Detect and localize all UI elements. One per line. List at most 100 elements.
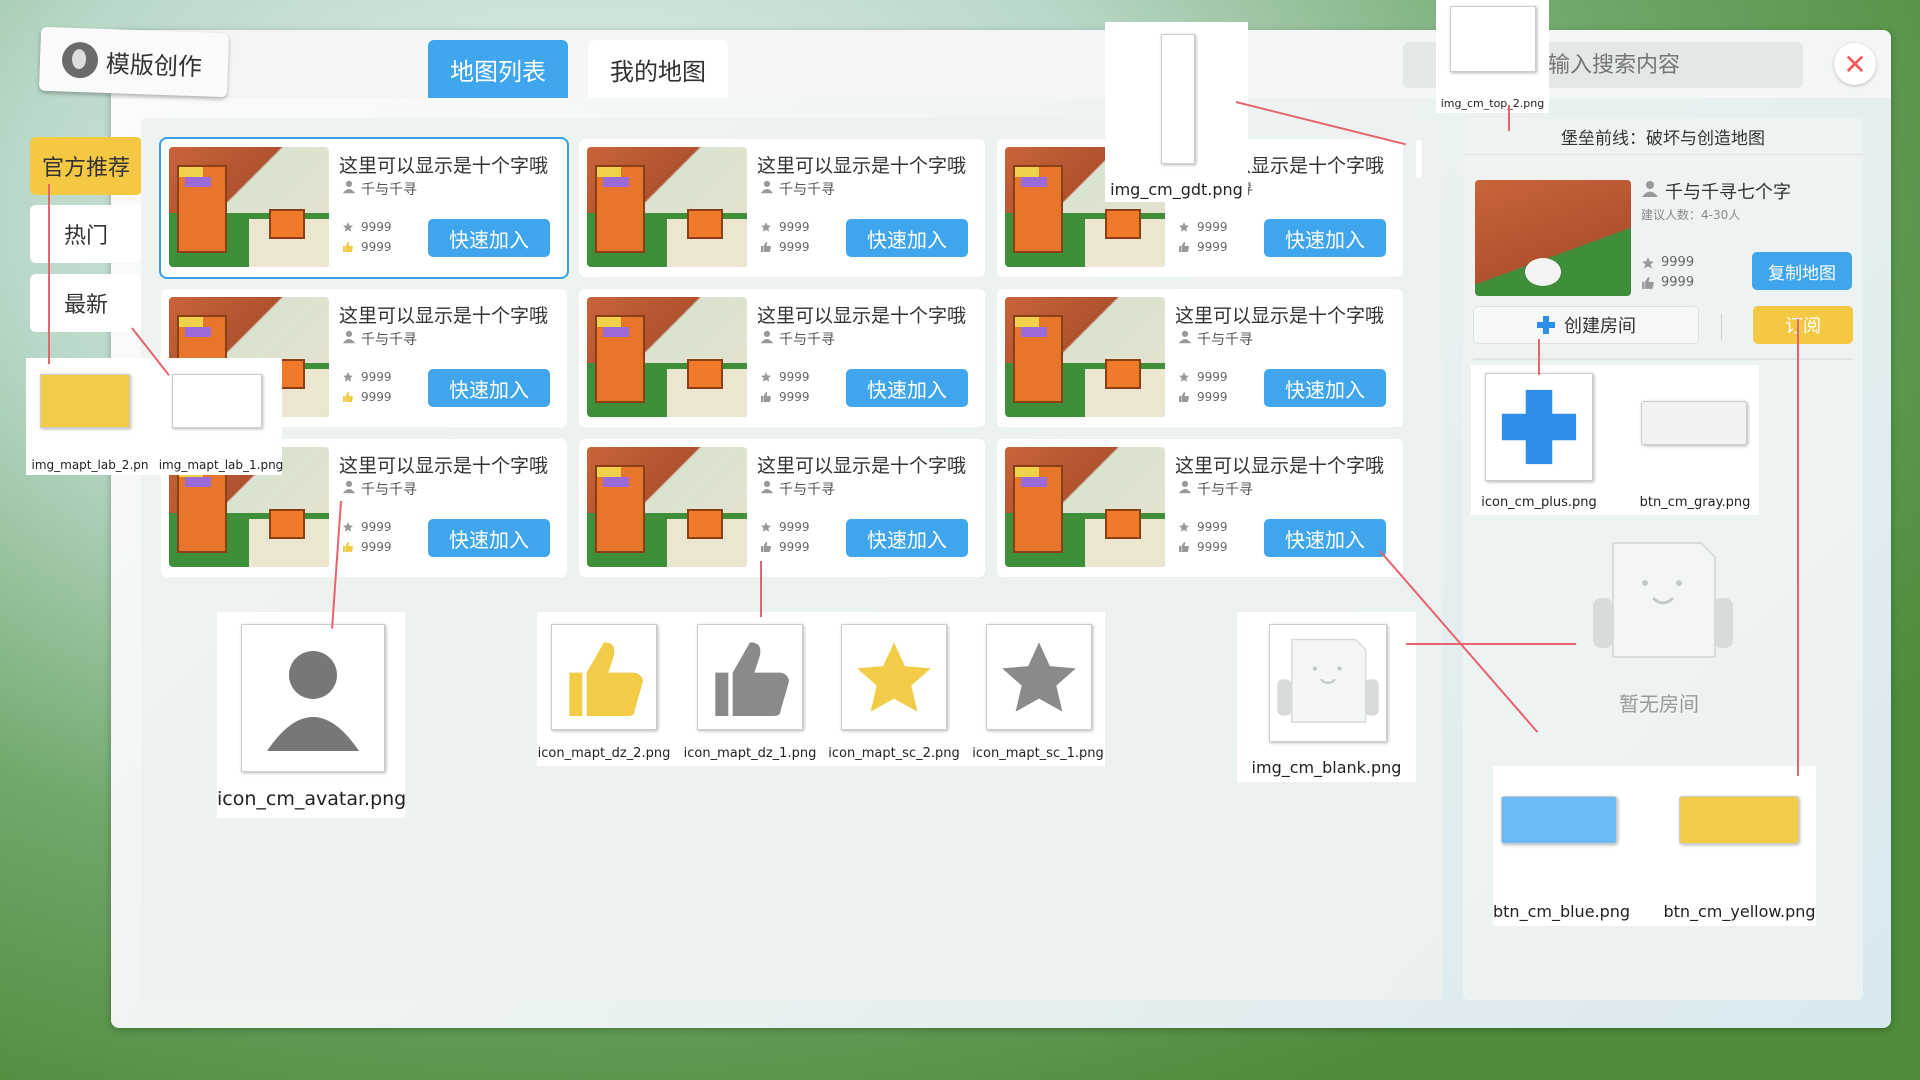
card-author: 千与千寻 (361, 182, 417, 198)
close-icon: ✕ (1843, 47, 1867, 81)
card-title: 这里可以显示是十个字哦 (339, 305, 549, 327)
thumb-up-yellow-icon (569, 642, 643, 716)
card-stars: 9999 (1197, 220, 1228, 234)
detail-divider (1463, 154, 1863, 155)
quick-join-button[interactable]: 快速加入 (428, 369, 550, 407)
card-likes: 9999 (779, 540, 810, 554)
tab-my-maps[interactable]: 我的地图 (588, 40, 728, 98)
card-title: 这里可以显示是十个字哦 (1175, 305, 1385, 327)
quick-join-button[interactable]: 快速加入 (846, 369, 968, 407)
tab-map-list[interactable]: 地图列表 (428, 40, 568, 98)
star-icon (1642, 257, 1654, 269)
annotation-line (1797, 319, 1799, 776)
quick-join-button[interactable]: 快速加入 (428, 519, 550, 557)
asset-blank: img_cm_blank.png (1237, 612, 1416, 782)
sidebar-item-latest[interactable]: 最新 (30, 274, 142, 332)
thumb-book (179, 167, 203, 177)
asset-blank-label: img_cm_blank.png (1251, 758, 1402, 777)
plus-preview (1485, 373, 1593, 481)
asset-labs: img_mapt_lab_2.pn img_mapt_lab_1.png (26, 358, 283, 475)
close-button[interactable]: ✕ (1834, 43, 1876, 85)
like-icon (761, 242, 771, 252)
sidebar-item-official[interactable]: 官方推荐 (30, 137, 142, 195)
dz-1-preview (697, 624, 803, 730)
subscribe-button[interactable]: 订阅 (1753, 306, 1853, 344)
star-icon (761, 222, 771, 232)
thumb-book (1021, 327, 1047, 337)
sc-2-preview (841, 624, 947, 730)
star-gray-icon (1002, 642, 1076, 712)
copy-map-button[interactable]: 复制地图 (1752, 252, 1852, 290)
card-stars: 9999 (779, 370, 810, 384)
avatar-icon (267, 651, 359, 751)
like-icon (1179, 542, 1189, 552)
create-room-button[interactable]: 创建房间 (1473, 306, 1699, 344)
card-title: 这里可以显示是十个字哦 (339, 455, 549, 477)
asset-sc-2-label: icon_mapt_sc_2.png (828, 746, 960, 761)
detail-stars: 9999 (1661, 255, 1695, 270)
asset-dz-2-label: icon_mapt_dz_2.png (537, 746, 671, 761)
card-likes: 9999 (1197, 390, 1228, 404)
thumb-book (185, 477, 211, 487)
quick-join-button[interactable]: 快速加入 (1264, 519, 1386, 557)
star-icon (761, 522, 771, 532)
quick-join-button[interactable]: 快速加入 (1264, 219, 1386, 257)
thumb-book (603, 177, 629, 187)
asset-top-2-label: img_cm_top_2.png (1440, 97, 1545, 110)
sidebar-item-hot[interactable]: 热门 (30, 205, 142, 263)
card-title: 这里可以显示是十个字哦 (339, 155, 549, 177)
map-card[interactable]: 这里可以显示是十个字哦千与千寻 9999 9999 快速加入 (579, 439, 985, 577)
empty-rooms-text: 暂无房间 (1619, 692, 1699, 716)
quick-join-button[interactable]: 快速加入 (428, 219, 550, 257)
quick-join-button[interactable]: 快速加入 (1264, 369, 1386, 407)
thumb-book (179, 317, 203, 327)
asset-avatar: icon_cm_avatar.png (217, 612, 406, 818)
asset-lab-1-label: img_mapt_lab_1.png (158, 458, 284, 472)
map-card[interactable]: 这里可以显示是十个字哦千与千寻 9999 9999 快速加入 (579, 139, 985, 277)
card-likes: 9999 (1197, 240, 1228, 254)
scrollbar-thumb[interactable] (1416, 140, 1422, 178)
gray-button-preview (1641, 401, 1747, 445)
like-icon (343, 242, 353, 252)
quick-join-button[interactable]: 快速加入 (846, 519, 968, 557)
thumb-book (603, 327, 629, 337)
thumb-chair (269, 509, 305, 539)
card-author: 千与千寻 (1197, 482, 1253, 498)
card-likes: 9999 (361, 390, 392, 404)
card-author: 千与千寻 (361, 332, 417, 348)
app-title-tab: 模版创作 (38, 26, 230, 98)
star-icon (1179, 522, 1189, 532)
detail-author: 千与千寻七个字 (1665, 182, 1791, 203)
card-author: 千与千寻 (779, 482, 835, 498)
map-thumbnail (169, 147, 329, 267)
card-stars: 9999 (1197, 520, 1228, 534)
map-thumbnail (1005, 297, 1165, 417)
card-likes: 9999 (361, 540, 392, 554)
detail-likes: 9999 (1661, 275, 1695, 290)
empty-illustration (1593, 542, 1733, 658)
lab-2-preview (40, 374, 130, 428)
map-card[interactable]: 这里可以显示是十个字哦千与千寻 9999 9999 快速加入 (159, 137, 569, 279)
star-yellow-icon (857, 642, 931, 712)
thumb-book (1015, 317, 1039, 327)
thumb-chair (1105, 359, 1141, 389)
map-card[interactable]: 这里可以显示是十个字哦千与千寻 9999 9999 快速加入 (997, 289, 1403, 427)
card-likes: 9999 (361, 240, 392, 254)
quick-join-button[interactable]: 快速加入 (846, 219, 968, 257)
asset-lab-2-label: img_mapt_lab_2.pn (31, 458, 149, 472)
blank-preview (1269, 624, 1387, 742)
asset-icons: icon_mapt_dz_2.png icon_mapt_dz_1.png ic… (537, 612, 1105, 766)
thumb-book (185, 327, 211, 337)
map-card[interactable]: 这里可以显示是十个字哦千与千寻 9999 9999 快速加入 (579, 289, 985, 427)
card-stars: 9999 (779, 220, 810, 234)
plus-icon (1537, 316, 1555, 334)
thumb-book (597, 167, 621, 177)
thumb-book (1021, 477, 1047, 487)
card-author: 千与千寻 (779, 332, 835, 348)
thumb-book (1015, 167, 1039, 177)
map-thumbnail (587, 147, 747, 267)
map-card[interactable]: 这里可以显示是十个字哦千与千寻 9999 9999 快速加入 (997, 439, 1403, 577)
thumb-book (597, 317, 621, 327)
card-likes: 9999 (779, 240, 810, 254)
star-icon (343, 522, 353, 532)
